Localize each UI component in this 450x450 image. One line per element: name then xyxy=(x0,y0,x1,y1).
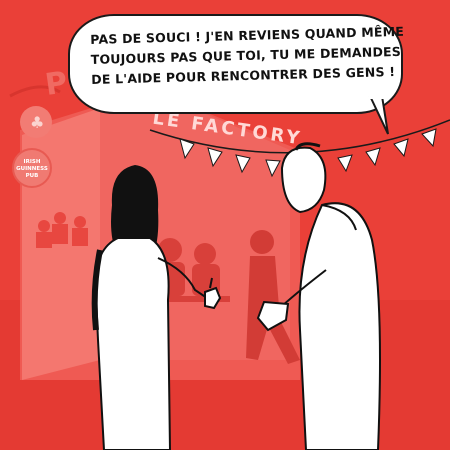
walker-silhouette xyxy=(250,230,274,254)
patron-silhouette xyxy=(52,224,68,244)
clover-icon: ♣ xyxy=(30,113,44,132)
speech-text: PAS DE SOUCI ! J'EN REVIENS QUAND MÊME T… xyxy=(90,22,404,90)
irish-sign-line: PUB xyxy=(25,173,39,179)
patron-silhouette xyxy=(54,212,66,224)
comic-panel: ♣ LE FACTORY IRISH GUINNESS PUB PAS DE S… xyxy=(0,0,450,450)
irish-sign-line: GUINNESS xyxy=(16,166,48,172)
patron-silhouette xyxy=(72,228,88,246)
patron-silhouette xyxy=(38,220,50,232)
speech-bubble: PAS DE SOUCI ! J'EN REVIENS QUAND MÊME T… xyxy=(68,14,404,114)
patron-silhouette xyxy=(194,243,216,265)
irish-pub-sign: IRISH GUINNESS PUB xyxy=(12,148,52,188)
speech-bubble-tail xyxy=(368,96,389,135)
irish-sign-line: IRISH xyxy=(23,159,41,165)
patron-silhouette xyxy=(74,216,86,228)
patron-silhouette xyxy=(36,232,52,248)
